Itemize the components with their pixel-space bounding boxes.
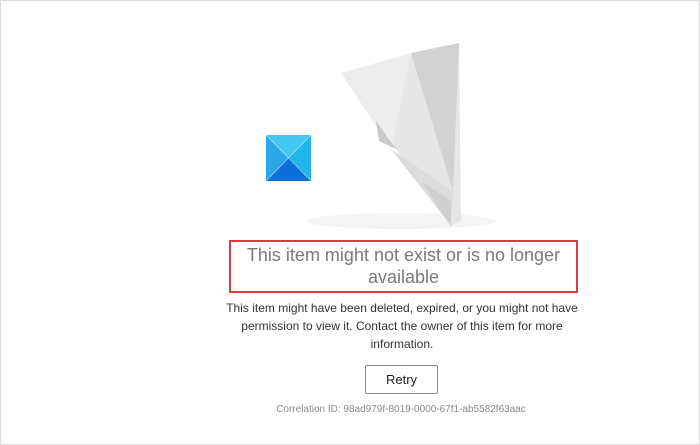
windows-logo-icon [266,135,311,181]
error-title: This item might not exist or is no longe… [246,245,561,287]
error-description: This item might have been deleted, expir… [226,301,578,351]
error-page: This item might not exist or is no longe… [0,0,700,445]
paper-plane-illustration [306,43,496,229]
retry-button[interactable]: Retry [365,365,438,394]
correlation-id: Correlation ID: 98ad979f-8019-0000-67f1-… [276,404,526,415]
